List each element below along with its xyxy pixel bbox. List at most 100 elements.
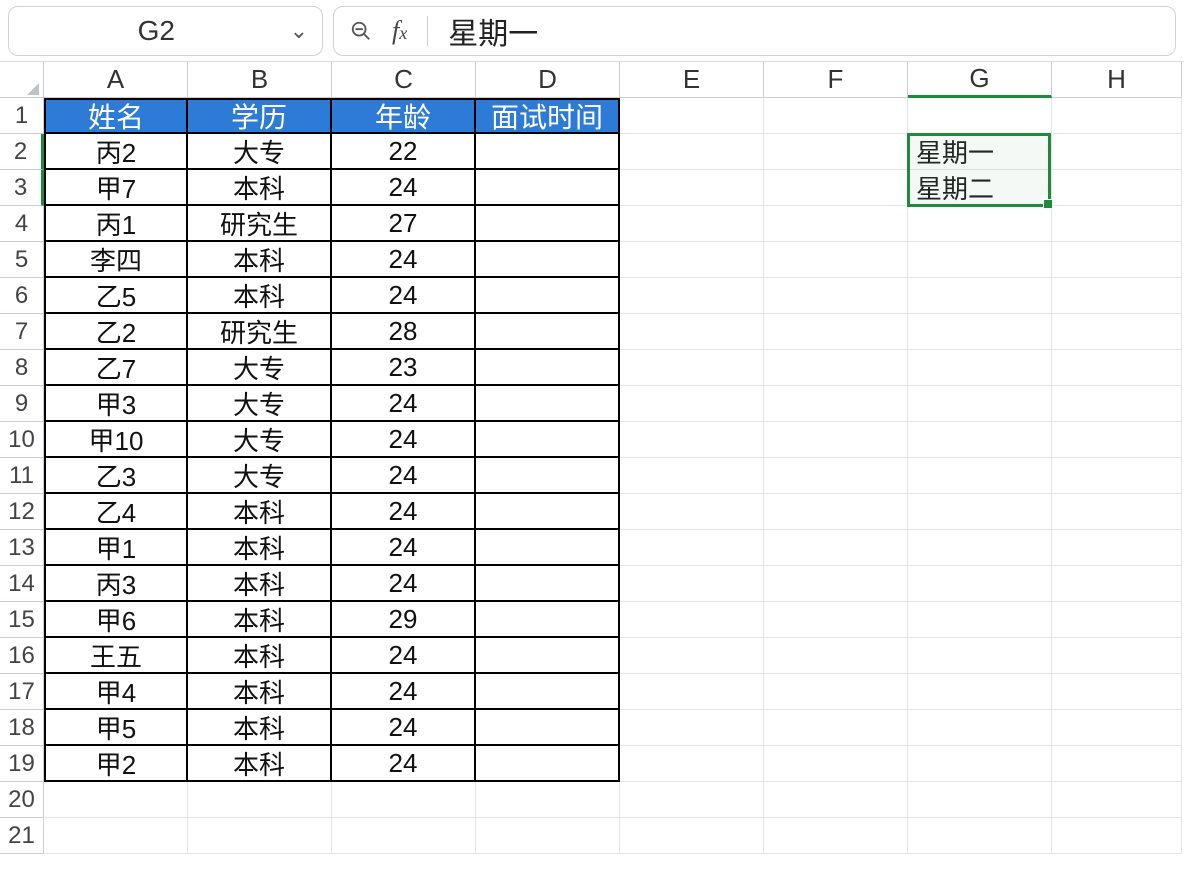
cell-A12[interactable]: 乙4	[44, 494, 188, 530]
cell-E15[interactable]	[620, 602, 764, 638]
cell-A4[interactable]: 丙1	[44, 206, 188, 242]
row-header-17[interactable]: 17	[0, 674, 44, 710]
column-header-G[interactable]: G	[908, 62, 1052, 98]
cell-C6[interactable]: 24	[332, 278, 476, 314]
cell-A8[interactable]: 乙7	[44, 350, 188, 386]
cell-A19[interactable]: 甲2	[44, 746, 188, 782]
cell-G2[interactable]: 星期一	[908, 134, 1052, 170]
cell-B11[interactable]: 大专	[188, 458, 332, 494]
cell-D12[interactable]	[476, 494, 620, 530]
cell-B17[interactable]: 本科	[188, 674, 332, 710]
cell-A2[interactable]: 丙2	[44, 134, 188, 170]
cell-A6[interactable]: 乙5	[44, 278, 188, 314]
row-header-10[interactable]: 10	[0, 422, 44, 458]
cell-B2[interactable]: 大专	[188, 134, 332, 170]
row-header-8[interactable]: 8	[0, 350, 44, 386]
cell-E7[interactable]	[620, 314, 764, 350]
cell-G4[interactable]	[908, 206, 1052, 242]
cell-E4[interactable]	[620, 206, 764, 242]
cell-F7[interactable]	[764, 314, 908, 350]
cell-H13[interactable]	[1052, 530, 1182, 566]
cell-F8[interactable]	[764, 350, 908, 386]
row-header-11[interactable]: 11	[0, 458, 44, 494]
column-header-A[interactable]: A	[44, 62, 188, 98]
formula-area[interactable]: fx 星期一	[333, 6, 1176, 56]
cell-A16[interactable]: 王五	[44, 638, 188, 674]
cell-D13[interactable]	[476, 530, 620, 566]
cell-C14[interactable]: 24	[332, 566, 476, 602]
cell-C12[interactable]: 24	[332, 494, 476, 530]
cell-B8[interactable]: 大专	[188, 350, 332, 386]
row-header-16[interactable]: 16	[0, 638, 44, 674]
cell-F12[interactable]	[764, 494, 908, 530]
cell-B6[interactable]: 本科	[188, 278, 332, 314]
cell-H1[interactable]	[1052, 98, 1182, 134]
cell-D2[interactable]	[476, 134, 620, 170]
select-all-corner[interactable]	[0, 62, 44, 98]
row-header-9[interactable]: 9	[0, 386, 44, 422]
cell-E6[interactable]	[620, 278, 764, 314]
cell-D7[interactable]	[476, 314, 620, 350]
cell-A15[interactable]: 甲6	[44, 602, 188, 638]
row-header-6[interactable]: 6	[0, 278, 44, 314]
cell-G21[interactable]	[908, 818, 1052, 854]
cell-G13[interactable]	[908, 530, 1052, 566]
cell-B15[interactable]: 本科	[188, 602, 332, 638]
cell-B20[interactable]	[188, 782, 332, 818]
column-header-F[interactable]: F	[764, 62, 908, 98]
cell-D20[interactable]	[476, 782, 620, 818]
cell-E16[interactable]	[620, 638, 764, 674]
cell-D10[interactable]	[476, 422, 620, 458]
cell-C9[interactable]: 24	[332, 386, 476, 422]
cell-A18[interactable]: 甲5	[44, 710, 188, 746]
cell-C13[interactable]: 24	[332, 530, 476, 566]
cell-C1[interactable]: 年龄	[332, 98, 476, 134]
cell-D5[interactable]	[476, 242, 620, 278]
cell-E10[interactable]	[620, 422, 764, 458]
cell-F17[interactable]	[764, 674, 908, 710]
cell-D8[interactable]	[476, 350, 620, 386]
cell-B16[interactable]: 本科	[188, 638, 332, 674]
cell-D19[interactable]	[476, 746, 620, 782]
cell-D11[interactable]	[476, 458, 620, 494]
cell-G1[interactable]	[908, 98, 1052, 134]
row-header-7[interactable]: 7	[0, 314, 44, 350]
cell-H4[interactable]	[1052, 206, 1182, 242]
cell-A21[interactable]	[44, 818, 188, 854]
cell-H6[interactable]	[1052, 278, 1182, 314]
cell-H14[interactable]	[1052, 566, 1182, 602]
cell-B13[interactable]: 本科	[188, 530, 332, 566]
row-header-2[interactable]: 2	[0, 134, 44, 170]
row-header-21[interactable]: 21	[0, 818, 44, 854]
column-header-C[interactable]: C	[332, 62, 476, 98]
cell-C10[interactable]: 24	[332, 422, 476, 458]
cell-F13[interactable]	[764, 530, 908, 566]
cell-B3[interactable]: 本科	[188, 170, 332, 206]
cell-D1[interactable]: 面试时间	[476, 98, 620, 134]
cell-F6[interactable]	[764, 278, 908, 314]
cell-G15[interactable]	[908, 602, 1052, 638]
cell-D21[interactable]	[476, 818, 620, 854]
cell-A13[interactable]: 甲1	[44, 530, 188, 566]
cell-G18[interactable]	[908, 710, 1052, 746]
cell-E9[interactable]	[620, 386, 764, 422]
cell-E18[interactable]	[620, 710, 764, 746]
cell-F9[interactable]	[764, 386, 908, 422]
cell-C3[interactable]: 24	[332, 170, 476, 206]
cell-C4[interactable]: 27	[332, 206, 476, 242]
cell-E5[interactable]	[620, 242, 764, 278]
cell-A11[interactable]: 乙3	[44, 458, 188, 494]
cell-H19[interactable]	[1052, 746, 1182, 782]
cell-B5[interactable]: 本科	[188, 242, 332, 278]
cell-D3[interactable]	[476, 170, 620, 206]
cell-C7[interactable]: 28	[332, 314, 476, 350]
cell-D6[interactable]	[476, 278, 620, 314]
row-header-12[interactable]: 12	[0, 494, 44, 530]
cell-A20[interactable]	[44, 782, 188, 818]
cell-C16[interactable]: 24	[332, 638, 476, 674]
row-header-15[interactable]: 15	[0, 602, 44, 638]
row-header-14[interactable]: 14	[0, 566, 44, 602]
cell-E12[interactable]	[620, 494, 764, 530]
cell-H16[interactable]	[1052, 638, 1182, 674]
cell-F21[interactable]	[764, 818, 908, 854]
